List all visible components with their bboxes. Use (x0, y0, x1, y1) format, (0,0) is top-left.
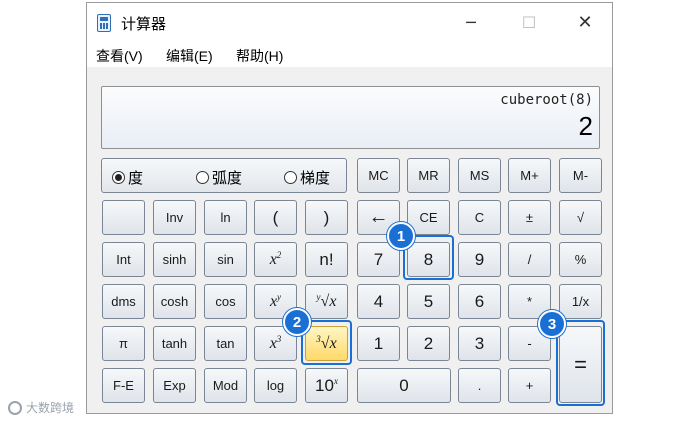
yroot-symbol: √x (320, 292, 337, 310)
digit-3-button[interactable]: 3 (458, 326, 501, 361)
watermark-text: 大数跨境 (26, 401, 75, 415)
square-exponent: 2 (276, 249, 282, 260)
square-base: x (269, 250, 277, 268)
ms-button[interactable]: MS (458, 158, 501, 193)
reciprocal-button[interactable]: 1/x (559, 284, 602, 319)
exp-button[interactable]: Exp (153, 368, 196, 403)
digit-6-button[interactable]: 6 (458, 284, 501, 319)
window-title: 计算器 (121, 16, 167, 33)
inv-button[interactable]: Inv (153, 200, 196, 235)
callout-frame-equals (556, 320, 605, 406)
digit-2-button[interactable]: 2 (407, 326, 450, 361)
int-button[interactable]: Int (102, 242, 145, 277)
mr-button[interactable]: MR (407, 158, 450, 193)
radio-empty-icon (196, 171, 209, 184)
open-paren-button[interactable]: ( (254, 200, 297, 235)
m-plus-button[interactable]: M+ (508, 158, 551, 193)
ten-power-button[interactable]: 10 x (305, 368, 348, 403)
square-button[interactable]: x2 (254, 242, 297, 277)
percent-button[interactable]: % (559, 242, 602, 277)
digit-0-button[interactable]: 0 (357, 368, 451, 403)
radio-radian[interactable]: 弧度 (196, 167, 242, 188)
cosh-button[interactable]: cosh (153, 284, 196, 319)
negate-button[interactable]: ± (508, 200, 551, 235)
menu-help[interactable]: 帮助(H) (236, 46, 283, 66)
pi-button[interactable]: π (102, 326, 145, 361)
minimize-button[interactable]: ─ (449, 7, 493, 37)
radio-gradian[interactable]: 梯度 (284, 167, 330, 188)
radio-radian-label: 弧度 (212, 170, 243, 187)
watermark: 大数跨境 (8, 399, 74, 416)
digit-4-button[interactable]: 4 (357, 284, 400, 319)
title-bar: 计算器 ─ ☐ ✕ (87, 3, 612, 41)
decimal-button[interactable]: . (458, 368, 501, 403)
expression-text: cuberoot(8) (500, 92, 593, 108)
dms-button[interactable]: dms (102, 284, 145, 319)
cube-base: x (269, 334, 277, 352)
radio-gradian-label: 梯度 (300, 170, 331, 187)
ln-button[interactable]: ln (204, 200, 247, 235)
radio-selected-icon (112, 171, 125, 184)
sqrt-button[interactable]: √ (559, 200, 602, 235)
calculator-app-icon (97, 14, 111, 32)
yroot-index: y (316, 291, 321, 302)
mod-button[interactable]: Mod (204, 368, 247, 403)
power-base: x (269, 292, 278, 310)
maximize-button[interactable]: ☐ (507, 7, 551, 37)
log-button[interactable]: log (254, 368, 297, 403)
digit-5-button[interactable]: 5 (407, 284, 450, 319)
ten-power-exponent: x (333, 375, 338, 386)
menu-edit[interactable]: 编辑(E) (166, 46, 213, 66)
yroot-button[interactable]: y √x (305, 284, 348, 319)
watermark-logo-icon (8, 400, 22, 415)
cube-exponent: 3 (276, 333, 282, 344)
cos-button[interactable]: cos (204, 284, 247, 319)
sin-button[interactable]: sin (204, 242, 247, 277)
factorial-button[interactable]: n! (305, 242, 348, 277)
radio-empty-icon (284, 171, 297, 184)
sinh-button[interactable]: sinh (153, 242, 196, 277)
callout-badge-2: 2 (283, 308, 311, 336)
fe-button[interactable]: F-E (102, 368, 145, 403)
power-exponent: y (277, 291, 282, 302)
tanh-button[interactable]: tanh (153, 326, 196, 361)
digit-9-button[interactable]: 9 (458, 242, 501, 277)
radio-degree[interactable]: 度 (112, 167, 143, 188)
blank-button[interactable] (102, 200, 145, 235)
result-value: 2 (578, 111, 593, 141)
angle-mode-group: 度 弧度 梯度 (101, 158, 347, 193)
callout-badge-3: 3 (538, 310, 566, 338)
close-paren-button[interactable]: ) (305, 200, 348, 235)
callout-badge-1: 1 (387, 222, 415, 250)
display-panel: cuberoot(8) 2 (101, 86, 600, 149)
digit-1-button[interactable]: 1 (357, 326, 400, 361)
menu-view[interactable]: 查看(V) (96, 46, 143, 66)
ten-power-base: 10 (315, 375, 334, 395)
divide-button[interactable]: / (508, 242, 551, 277)
radio-degree-label: 度 (128, 170, 144, 187)
c-button[interactable]: C (458, 200, 501, 235)
add-button[interactable]: + (508, 368, 551, 403)
close-button[interactable]: ✕ (563, 7, 607, 37)
mc-button[interactable]: MC (357, 158, 400, 193)
tan-button[interactable]: tan (204, 326, 247, 361)
calculator-window: 计算器 ─ ☐ ✕ 查看(V) 编辑(E) 帮助(H) cuberoot(8) … (86, 2, 613, 414)
menu-bar: 查看(V) 编辑(E) 帮助(H) (87, 41, 612, 67)
m-minus-button[interactable]: M- (559, 158, 602, 193)
